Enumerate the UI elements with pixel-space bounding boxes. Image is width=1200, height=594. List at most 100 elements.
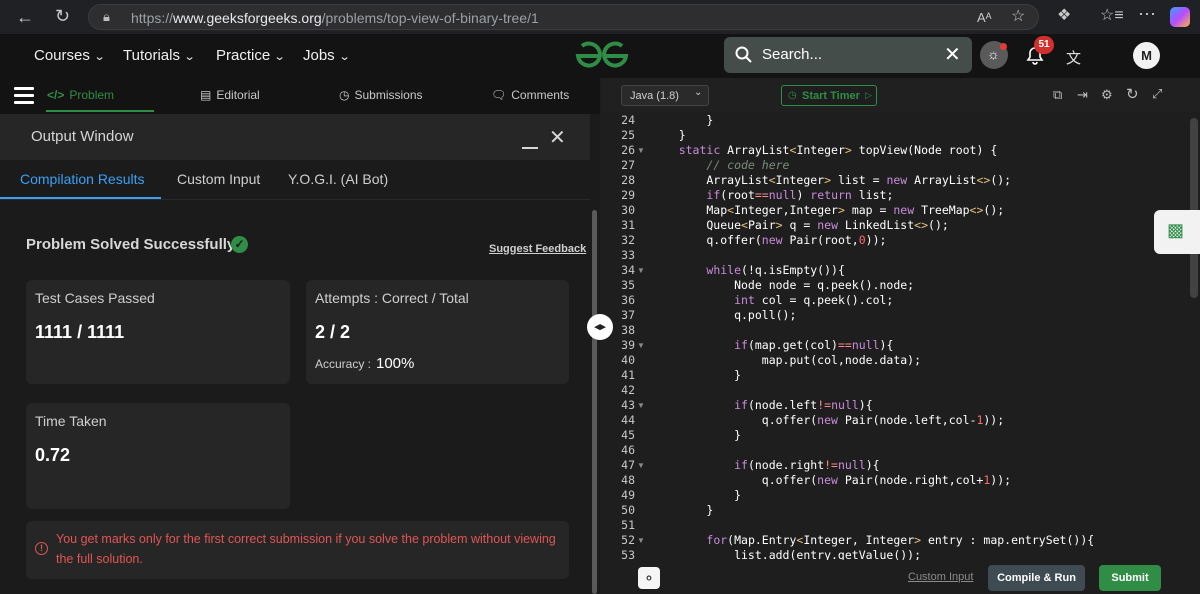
suggest-feedback-link[interactable]: Suggest Feedback	[489, 243, 586, 255]
code-line[interactable]: }	[651, 368, 741, 382]
tab-problem[interactable]: </> Problem	[47, 88, 114, 102]
dropdown-icon: ⌄	[694, 87, 703, 98]
close-icon[interactable]: ✕	[549, 125, 566, 150]
search-placeholder: Search...	[762, 46, 823, 63]
back-arrow-icon[interactable]: ←	[16, 8, 34, 26]
search-box[interactable]: Search... ✕	[724, 37, 972, 73]
info-icon: !	[35, 542, 48, 555]
nav-jobs[interactable]: Jobs ⌄	[303, 47, 350, 64]
copilot-icon[interactable]	[1170, 7, 1190, 27]
export-icon[interactable]: ⇥	[1077, 87, 1088, 103]
status-message: Problem Solved Successfully	[26, 236, 236, 253]
line-number: 34	[621, 263, 635, 277]
code-line[interactable]: }	[651, 503, 713, 517]
code-line[interactable]: ArrayList<Integer> list = new ArrayList<…	[651, 173, 1011, 187]
settings-icon[interactable]: ⚙	[1101, 87, 1113, 103]
nav-tutorials[interactable]: Tutorials ⌄	[123, 47, 196, 64]
clock-icon: ◷	[339, 88, 350, 102]
notification-count-badge: 51	[1034, 36, 1054, 54]
code-line[interactable]: if(node.left!=null){	[651, 398, 873, 412]
refresh-icon[interactable]: ↻	[55, 7, 70, 25]
read-aloud-icon[interactable]: Aᴬ	[977, 10, 992, 26]
more-menu-icon[interactable]: ⋯	[1138, 5, 1156, 23]
nav-practice[interactable]: Practice ⌄	[216, 47, 286, 64]
code-line[interactable]: q.offer(new Pair(root,0));	[651, 233, 886, 247]
code-line[interactable]: while(!q.isEmpty()){	[651, 263, 844, 277]
minimize-icon[interactable]	[522, 147, 538, 149]
code-line[interactable]: }	[651, 113, 713, 127]
code-line[interactable]: static ArrayList<Integer> topView(Node r…	[651, 143, 998, 157]
nav-courses[interactable]: Courses ⌄	[34, 47, 105, 64]
code-line[interactable]: Node node = q.peek().node;	[651, 278, 914, 292]
extensions-icon[interactable]: ❖	[1057, 8, 1071, 24]
play-icon: ▷	[865, 90, 872, 100]
line-number: 31	[621, 218, 635, 232]
clear-search-icon[interactable]: ✕	[944, 42, 961, 67]
address-bar[interactable]: 🔒︎ https://www.geeksforgeeks.org/problem…	[88, 4, 1039, 30]
avatar[interactable]: M	[1133, 42, 1160, 69]
theme-toggle-button[interactable]: ☼	[980, 41, 1008, 69]
code-line[interactable]: int col = q.peek().col;	[651, 293, 893, 307]
submit-button[interactable]: Submit	[1099, 565, 1161, 591]
code-line[interactable]: map.put(col,node.data);	[651, 353, 921, 367]
line-number: 35	[621, 278, 635, 292]
code-line[interactable]: // code here	[651, 158, 789, 172]
tab-comments[interactable]: 🗨︎ Comments	[491, 88, 569, 102]
code-line[interactable]: list.add(entry.getValue());	[651, 548, 921, 560]
code-line[interactable]: q.poll();	[651, 308, 796, 322]
notifications-button[interactable]: 51	[1024, 36, 1054, 71]
code-line[interactable]: if(node.right!=null){	[651, 458, 879, 472]
fold-toggle-icon[interactable]: ▼	[637, 401, 645, 410]
fold-toggle-icon[interactable]: ▼	[637, 266, 645, 275]
fold-toggle-icon[interactable]: ▼	[637, 146, 645, 155]
line-number: 45	[621, 428, 635, 442]
chat-float-button[interactable]: ▩	[1154, 210, 1200, 254]
code-line[interactable]: Map<Integer,Integer> map = new TreeMap<>…	[651, 203, 1004, 217]
result-tabs: Compilation Results Custom Input Y.O.G.I…	[0, 160, 590, 200]
code-line[interactable]: for(Map.Entry<Integer, Integer> entry : …	[651, 533, 1094, 547]
line-number: 29	[621, 188, 635, 202]
line-number: 30	[621, 203, 635, 217]
code-line[interactable]: q.offer(new Pair(node.right,col+1));	[651, 473, 1011, 487]
tab-compilation-results[interactable]: Compilation Results	[20, 171, 145, 187]
test-cases-card: Test Cases Passed 1111 / 1111	[26, 280, 290, 384]
editor-scrollbar-thumb[interactable]	[1190, 118, 1198, 298]
fold-toggle-icon[interactable]: ▼	[637, 461, 645, 470]
favorite-star-icon[interactable]: ☆	[1011, 9, 1025, 25]
notice-box: ! You get marks only for the first corre…	[26, 521, 569, 579]
start-timer-label: Start Timer	[802, 90, 860, 102]
gfg-logo[interactable]	[574, 41, 630, 71]
hint-bulb-icon[interactable]: ⚬	[638, 567, 660, 589]
favorites-list-icon[interactable]: ☆≡	[1100, 8, 1124, 24]
start-timer-button[interactable]: ◷ Start Timer ▷	[781, 85, 877, 106]
fold-toggle-icon[interactable]: ▼	[637, 341, 645, 350]
compile-run-button[interactable]: Compile & Run	[988, 565, 1085, 591]
tab-yogi-bot[interactable]: Y.O.G.I. (AI Bot)	[288, 171, 388, 187]
code-line[interactable]: if(map.get(col)==null){	[651, 338, 893, 352]
custom-input-link[interactable]: Custom Input	[908, 571, 973, 583]
code-line[interactable]: if(root==null) return list;	[651, 188, 893, 202]
copy-icon[interactable]: ⧉	[1053, 87, 1062, 103]
compilation-results-panel: Problem Solved Successfully ✓ Suggest Fe…	[0, 200, 590, 594]
tab-custom-input[interactable]: Custom Input	[177, 171, 260, 187]
fold-toggle-icon[interactable]: ▼	[637, 536, 645, 545]
code-line[interactable]: }	[651, 488, 741, 502]
hamburger-menu-icon[interactable]	[14, 87, 34, 104]
code-line[interactable]: }	[651, 428, 741, 442]
code-line[interactable]: q.offer(new Pair(node.left,col-1));	[651, 413, 1004, 427]
reset-icon[interactable]: ↻	[1126, 85, 1139, 103]
pane-resize-handle[interactable]: ◂▸	[587, 314, 613, 340]
translate-icon[interactable]: 文	[1066, 47, 1081, 68]
code-line[interactable]: Queue<Pair> q = new LinkedList<>();	[651, 218, 948, 232]
line-number: 42	[621, 383, 635, 397]
tab-problem-label: Problem	[69, 88, 115, 102]
tab-submissions[interactable]: ◷ Submissions	[339, 88, 423, 102]
tab-editorial[interactable]: ▤ Editorial	[200, 88, 260, 102]
tab-comments-label: Comments	[511, 88, 570, 102]
code-editor[interactable]: 24 25 26 ▼ 27 28 29 30 31 32 33 34 ▼ 35 36 37 38 39 ▼ 40 41 4…	[603, 112, 1200, 560]
fullscreen-icon[interactable]: ⤢	[1152, 86, 1162, 102]
url-text: https://www.geeksforgeeks.org/problems/t…	[131, 10, 539, 26]
code-line[interactable]: }	[651, 128, 686, 142]
language-select[interactable]: Java (1.8) ⌄	[621, 85, 709, 106]
left-scrollbar-thumb[interactable]	[592, 210, 597, 594]
